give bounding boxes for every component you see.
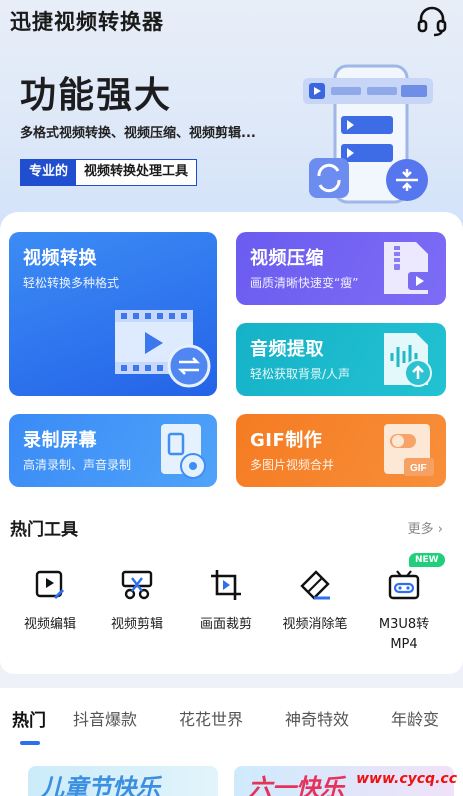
hero-badge-left: 专业的 — [21, 160, 77, 185]
headset-icon[interactable] — [415, 4, 449, 38]
tab-flower-world[interactable]: 花花世界 — [179, 706, 243, 730]
hot-tools-title: 热门工具 — [10, 520, 78, 540]
svg-text:GIF: GIF — [410, 463, 427, 474]
tool-label: 视频编辑 — [23, 617, 76, 632]
zip-file-icon — [384, 242, 434, 294]
tool-video-cut[interactable]: 视频剪辑 — [92, 568, 182, 635]
hero-subtitle: 多格式视频转换、视频压缩、视频剪辑... — [20, 126, 256, 141]
audio-extract-subtitle: 轻松获取背景/人声 — [250, 367, 351, 381]
tab-hot[interactable]: 热门 — [12, 706, 46, 731]
gif-make-card[interactable]: GIF制作 多图片视频合并 GIF — [236, 414, 446, 487]
audio-extract-title: 音频提取 — [250, 339, 324, 360]
gif-make-subtitle: 多图片视频合并 — [250, 458, 335, 472]
tool-video-edit[interactable]: 视频编辑 — [5, 568, 95, 635]
screen-record-subtitle: 高清录制、声音录制 — [23, 458, 132, 472]
phone-illustration — [303, 64, 433, 204]
thumbnail-caption: 儿童节快乐 — [40, 774, 160, 796]
hero-badge-right: 视频转换处理工具 — [84, 164, 189, 179]
video-compress-title: 视频压缩 — [250, 248, 324, 269]
crop-icon — [211, 570, 241, 600]
tool-eraser[interactable]: 视频消除笔 — [270, 568, 360, 635]
more-link[interactable]: 更多 › — [408, 518, 443, 537]
tool-m3u8[interactable]: M3U8转 MP4 — [359, 568, 449, 655]
screen-record-icon — [161, 424, 206, 479]
new-badge: NEW — [409, 553, 445, 567]
tool-label: M3U8转 MP4 — [378, 617, 430, 652]
gif-file-icon: GIF — [384, 424, 434, 476]
watermark: www.cycq.cc — [356, 771, 457, 787]
tab-magic-effects[interactable]: 神奇特效 — [285, 706, 349, 730]
audio-extract-card[interactable]: 音频提取 轻松获取背景/人声 — [236, 323, 446, 396]
tool-label: 画面裁剪 — [199, 617, 252, 632]
scissors-icon — [121, 570, 153, 600]
tool-label: 视频剪辑 — [110, 617, 163, 632]
eraser-icon — [300, 570, 330, 600]
video-compress-card[interactable]: 视频压缩 画质清晰快速变“瘦” — [236, 232, 446, 305]
audio-wave-icon — [384, 333, 432, 387]
hero-badge: 专业的 视频转换处理工具 — [20, 159, 198, 186]
screen-record-card[interactable]: 录制屏幕 高清录制、声音录制 — [9, 414, 217, 487]
hero-title: 功能强大 — [20, 75, 173, 116]
video-edit-icon — [35, 570, 65, 600]
video-convert-title: 视频转换 — [23, 248, 97, 269]
video-compress-subtitle: 画质清晰快速变“瘦” — [250, 276, 359, 290]
tab-douyin[interactable]: 抖音爆款 — [73, 706, 137, 730]
template-thumbnail[interactable]: 儿童节快乐 — [28, 766, 218, 796]
tool-label: 视频消除笔 — [282, 617, 348, 632]
screen-record-title: 录制屏幕 — [23, 430, 97, 451]
tab-age-change[interactable]: 年龄变 — [391, 706, 439, 730]
m3u8-icon — [388, 570, 420, 600]
thumbnail-caption: 六一快乐 — [248, 774, 344, 796]
gif-make-title: GIF制作 — [250, 430, 323, 451]
video-convert-card[interactable]: 视频转换 轻松转换多种格式 — [9, 232, 217, 396]
video-convert-subtitle: 轻松转换多种格式 — [23, 276, 120, 290]
tool-crop[interactable]: 画面裁剪 — [181, 568, 271, 635]
app-title: 迅捷视频转换器 — [10, 10, 164, 34]
film-convert-icon — [115, 310, 211, 388]
tab-indicator — [20, 741, 40, 745]
